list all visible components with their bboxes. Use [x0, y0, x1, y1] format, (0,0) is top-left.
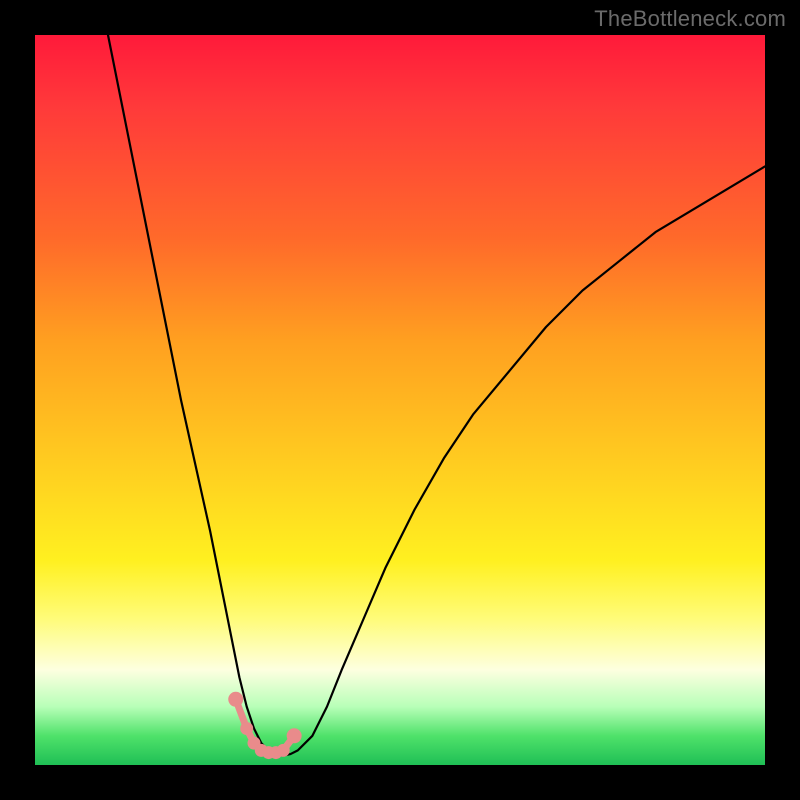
plot-area: [35, 35, 765, 765]
marker-dot: [255, 744, 268, 757]
marker-connector: [236, 699, 294, 752]
marker-dot: [262, 746, 275, 759]
marker-dot: [287, 728, 302, 743]
marker-dot: [240, 722, 253, 735]
marker-dots: [228, 692, 301, 759]
marker-dot: [228, 692, 243, 707]
marker-dot: [269, 746, 282, 759]
marker-dot: [277, 744, 290, 757]
watermark-text: TheBottleneck.com: [594, 6, 786, 32]
bottleneck-curve: [35, 35, 765, 765]
marker-dot: [248, 737, 261, 750]
highlight-markers: [35, 35, 765, 765]
chart-stage: TheBottleneck.com: [0, 0, 800, 800]
curve-path: [108, 35, 765, 756]
